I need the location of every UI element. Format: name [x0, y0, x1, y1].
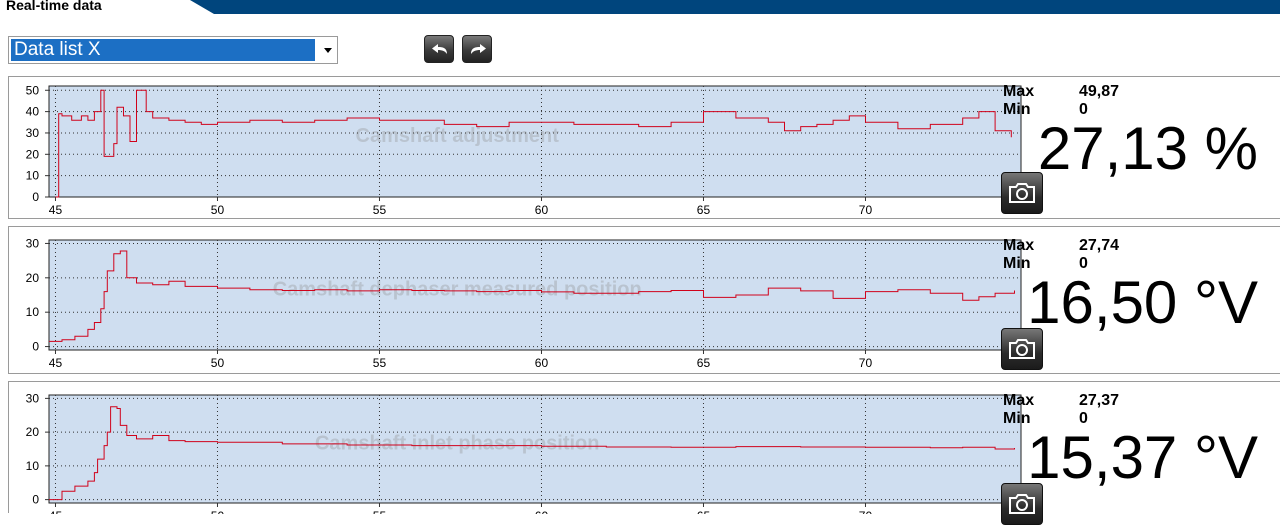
chart-watermark: Camshaft adjustment — [356, 125, 560, 147]
current-value: 27,13 % — [1037, 115, 1258, 182]
current-value: 15,37 °V — [1027, 424, 1258, 491]
snapshot-button[interactable] — [1001, 483, 1043, 525]
max-value: 27,74 — [1079, 237, 1120, 254]
header-bar: Real-time data — [0, 0, 1280, 14]
x-tick-label: 55 — [373, 509, 387, 514]
max-value: 27,37 — [1079, 392, 1120, 409]
x-tick-label: 65 — [697, 509, 711, 514]
header-band — [190, 0, 1280, 14]
undo-arrow-icon — [432, 44, 447, 54]
next-button[interactable] — [462, 35, 492, 63]
x-tick-label: 45 — [49, 356, 63, 370]
data-list-dropdown[interactable]: Data list X — [8, 36, 338, 64]
y-tick-label: 20 — [26, 425, 40, 439]
y-tick-label: 50 — [26, 83, 40, 97]
x-tick-label: 45 — [49, 203, 63, 217]
chevron-down-icon[interactable] — [324, 48, 332, 53]
y-tick-label: 30 — [26, 126, 40, 140]
camera-icon — [1009, 494, 1035, 514]
max-label: Max — [1003, 83, 1035, 100]
x-tick-label: 60 — [535, 203, 549, 217]
x-tick-label: 45 — [49, 509, 63, 514]
x-tick-label: 50 — [211, 356, 225, 370]
max-value: 49,87 — [1079, 83, 1120, 100]
signal-panel-camshaft-dephaser: Camshaft dephaser measured position 0 10 20… — [8, 226, 1280, 374]
x-tick-label: 50 — [211, 509, 225, 514]
x-tick-label: 70 — [859, 356, 873, 370]
y-tick-label: 40 — [26, 105, 40, 119]
y-tick-label: 10 — [26, 305, 40, 319]
camera-icon — [1009, 339, 1035, 359]
camera-icon — [1009, 183, 1035, 203]
x-tick-label: 65 — [697, 356, 711, 370]
x-tick-label: 70 — [859, 203, 873, 217]
x-tick-label: 65 — [697, 203, 711, 217]
page-title: Real-time data — [6, 0, 102, 13]
x-tick-label: 55 — [373, 356, 387, 370]
chart-watermark: Camshaft inlet phase position — [315, 433, 599, 455]
y-tick-label: 0 — [32, 493, 39, 507]
data-list-selected-value: Data list X — [11, 39, 315, 61]
redo-arrow-icon — [471, 44, 486, 54]
signal-panel-camshaft-adjustment: Camshaft adjustment 0 10 20 30 40 50 45 50 55 60 65… — [8, 76, 1280, 219]
y-tick-label: 10 — [26, 459, 40, 473]
y-tick-label: 10 — [26, 169, 40, 183]
snapshot-button[interactable] — [1001, 172, 1043, 214]
x-tick-label: 60 — [535, 509, 549, 514]
y-tick-label: 30 — [26, 391, 40, 405]
y-tick-label: 30 — [26, 236, 40, 250]
current-value: 16,50 °V — [1027, 269, 1258, 336]
previous-button[interactable] — [424, 35, 454, 63]
x-tick-label: 60 — [535, 356, 549, 370]
max-label: Max — [1003, 237, 1035, 254]
x-tick-label: 70 — [859, 509, 873, 514]
y-tick-label: 20 — [26, 271, 40, 285]
y-tick-label: 0 — [32, 340, 39, 354]
max-label: Max — [1003, 392, 1035, 409]
x-tick-label: 55 — [373, 203, 387, 217]
x-tick-label: 50 — [211, 203, 225, 217]
min-label: Min — [1003, 101, 1031, 118]
snapshot-button[interactable] — [1001, 328, 1043, 370]
y-tick-label: 20 — [26, 147, 40, 161]
y-tick-label: 0 — [32, 190, 39, 204]
signal-panel-camshaft-inlet-phase: Camshaft inlet phase position 0 10 20 30 45 50… — [8, 381, 1280, 525]
